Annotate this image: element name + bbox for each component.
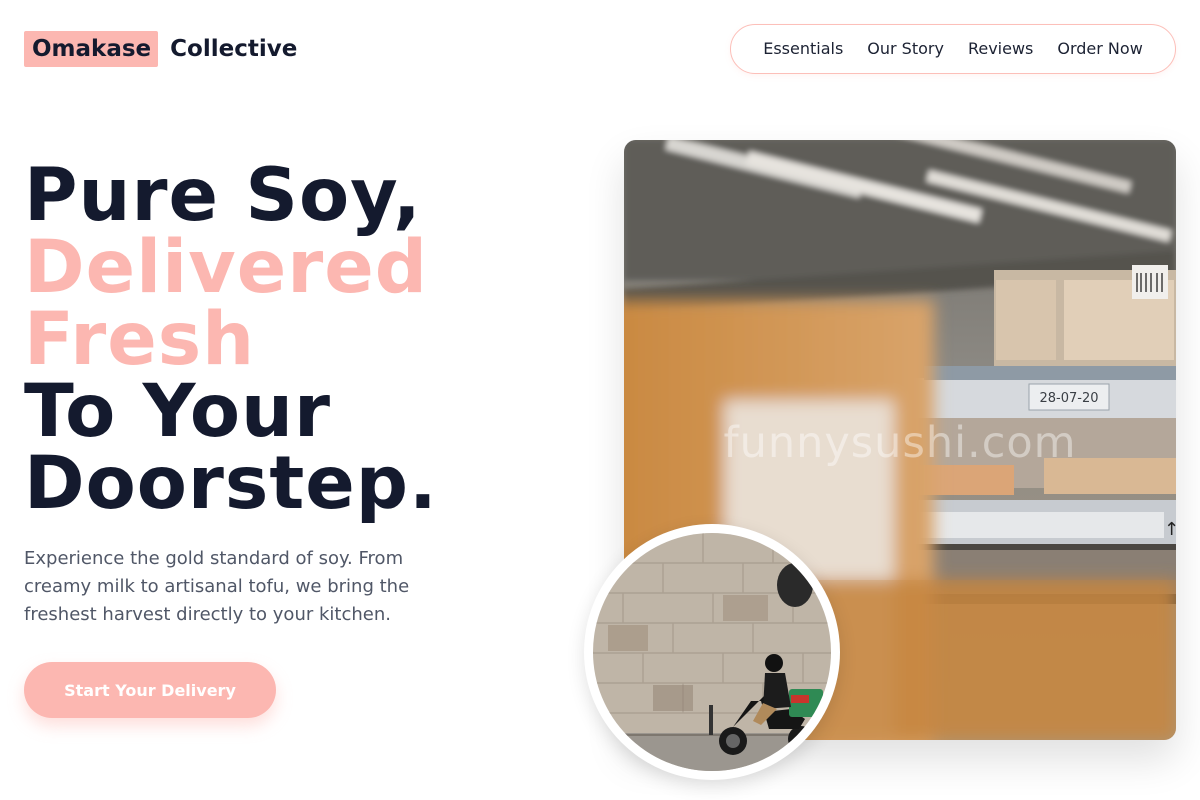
- hero-line-1: Pure Soy,: [24, 153, 422, 238]
- brand-name: Collective: [170, 36, 298, 62]
- nav-item-reviews[interactable]: Reviews: [956, 24, 1045, 74]
- main-nav: Essentials Our Story Reviews Order Now: [730, 24, 1176, 74]
- nav-item-our-story[interactable]: Our Story: [855, 24, 956, 74]
- hero-line-2: Delivered: [24, 225, 429, 310]
- wall-grate: [777, 563, 813, 607]
- scooter-illustration: [593, 533, 831, 771]
- up-arrow-icon: ↑: [1164, 519, 1176, 540]
- image-watermark: funnysushi.com: [723, 418, 1077, 468]
- brand-logo[interactable]: Omakase Collective: [24, 31, 297, 67]
- hero-line-3: Fresh: [24, 297, 256, 382]
- hero-line-4: To Your: [24, 369, 331, 454]
- nav-item-order-now[interactable]: Order Now: [1045, 24, 1154, 74]
- brand-highlight: Omakase: [24, 31, 159, 67]
- shelf-label-date: 28-07-20: [1039, 391, 1098, 406]
- hero-headline: Pure Soy, Delivered Fresh To Your Doorst…: [24, 153, 438, 526]
- nav-item-essentials[interactable]: Essentials: [751, 24, 855, 74]
- hero-line-5: Doorstep.: [24, 441, 438, 526]
- hero-subtitle: Experience the gold standard of soy. Fro…: [24, 548, 410, 625]
- delivery-scooter-photo: [584, 524, 840, 780]
- start-delivery-button[interactable]: Start Your Delivery: [24, 662, 276, 718]
